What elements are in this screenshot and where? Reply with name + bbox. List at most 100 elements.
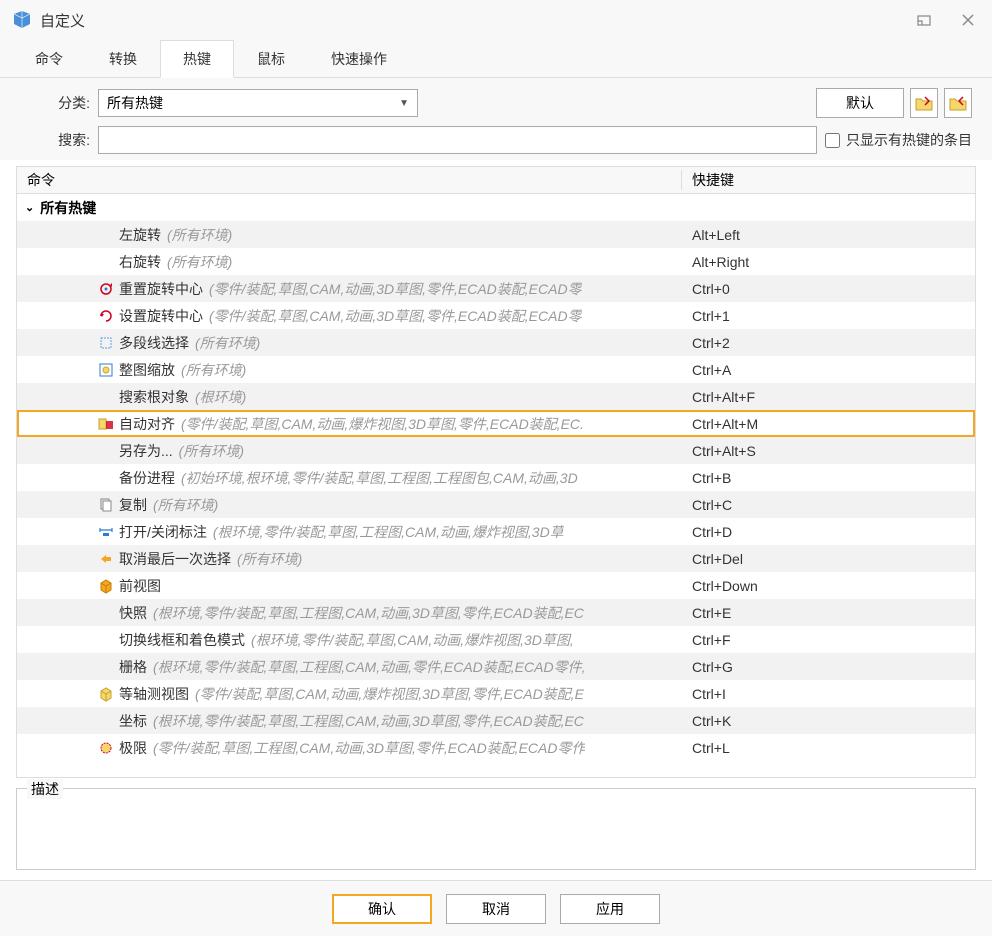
set-rotate-icon xyxy=(97,307,115,325)
import-button[interactable] xyxy=(910,88,938,118)
row-name: 右旋转 xyxy=(119,252,161,272)
row-name: 重置旋转中心 xyxy=(119,279,203,299)
iso-view-icon xyxy=(97,685,115,703)
ok-button[interactable]: 确认 xyxy=(332,894,432,924)
column-command[interactable]: 命令 xyxy=(17,170,682,190)
footer: 确认 取消 应用 xyxy=(0,880,992,936)
table-row[interactable]: 自动对齐 (零件/装配,草图,CAM,动画,爆炸视图,3D草图,零件,ECAD装配… xyxy=(17,410,975,437)
row-name: 左旋转 xyxy=(119,225,161,245)
table-row[interactable]: 快照(根环境,零件/装配,草图,工程图,CAM,动画,3D草图,零件,ECAD装… xyxy=(17,599,975,626)
row-name: 整图缩放 xyxy=(119,360,175,380)
row-shortcut: Ctrl+D xyxy=(682,524,975,540)
row-name: 设置旋转中心 xyxy=(119,306,203,326)
table-row[interactable]: 坐标(根环境,零件/装配,草图,工程图,CAM,动画,3D草图,零件,ECAD装… xyxy=(17,707,975,734)
category-label: 分类: xyxy=(20,93,90,113)
table-row[interactable]: 多段线选择 (所有环境) Ctrl+2 xyxy=(17,329,975,356)
row-shortcut: Ctrl+2 xyxy=(682,335,975,351)
row-name: 切换线框和着色模式 xyxy=(119,630,245,650)
row-context: (所有环境) xyxy=(195,333,260,353)
table-row[interactable]: 栅格(根环境,零件/装配,草图,工程图,CAM,动画,零件,ECAD装配,ECA… xyxy=(17,653,975,680)
row-context: (所有环境) xyxy=(167,225,232,245)
show-only-checkbox-input[interactable] xyxy=(825,133,840,148)
row-context: (所有环境) xyxy=(167,252,232,272)
dropdown-arrow-icon: ▼ xyxy=(399,98,409,109)
row-name: 等轴测视图 xyxy=(119,684,189,704)
cancel-button[interactable]: 取消 xyxy=(446,894,546,924)
table-row[interactable]: 整图缩放(所有环境)Ctrl+A xyxy=(17,356,975,383)
row-shortcut: Ctrl+L xyxy=(682,740,975,756)
app-icon xyxy=(12,10,32,30)
default-button[interactable]: 默认 xyxy=(816,88,904,118)
row-shortcut: Ctrl+Alt+M xyxy=(682,416,975,432)
row-name: 多段线选择 xyxy=(119,333,189,353)
limit-icon xyxy=(97,739,115,757)
hotkey-table: 命令 快捷键 ⌄ 所有热键 左旋转(所有环境)Alt+Left右旋转(所有环境)… xyxy=(16,166,976,778)
blank-icon xyxy=(97,442,115,460)
minimize-button[interactable] xyxy=(912,8,936,32)
row-shortcut: Ctrl+0 xyxy=(682,281,975,297)
row-context: (根环境,零件/装配,草图,工程图,CAM,动画,零件,ECAD装配,ECAD零… xyxy=(153,657,585,677)
reset-rotate-icon xyxy=(97,280,115,298)
row-shortcut: Ctrl+K xyxy=(682,713,975,729)
column-shortcut[interactable]: 快捷键 xyxy=(682,170,953,190)
tab-4[interactable]: 快速操作 xyxy=(308,40,410,77)
row-shortcut: Ctrl+Down xyxy=(682,578,975,594)
search-label: 搜索: xyxy=(20,130,90,150)
table-row[interactable]: 另存为...(所有环境)Ctrl+Alt+S xyxy=(17,437,975,464)
row-name: 搜索根对象 xyxy=(119,387,189,407)
close-button[interactable] xyxy=(956,8,980,32)
row-context: (所有环境) xyxy=(179,441,244,461)
table-row[interactable]: 备份进程(初始环境,根环境,零件/装配,草图,工程图,工程图包,CAM,动画,3… xyxy=(17,464,975,491)
tab-3[interactable]: 鼠标 xyxy=(234,40,308,77)
row-name: 复制 xyxy=(119,495,147,515)
search-input[interactable] xyxy=(98,126,817,154)
row-shortcut: Alt+Right xyxy=(682,254,975,270)
group-row[interactable]: ⌄ 所有热键 xyxy=(17,194,975,221)
table-row[interactable]: 极限(零件/装配,草图,工程图,CAM,动画,3D草图,零件,ECAD装配,EC… xyxy=(17,734,975,761)
row-context: (根环境) xyxy=(195,387,246,407)
table-row[interactable]: 右旋转 (所有环境) Alt+Right xyxy=(17,248,975,275)
toolbar: 分类: 所有热键 ▼ 默认 搜索: 只显示有热键的条目 xyxy=(0,78,992,160)
row-name: 打开/关闭标注 xyxy=(119,522,207,542)
blank-icon xyxy=(97,631,115,649)
row-name: 坐标 xyxy=(119,711,147,731)
row-shortcut: Ctrl+G xyxy=(682,659,975,675)
row-context: (所有环境) xyxy=(237,549,302,569)
row-context: (根环境,零件/装配,草图,工程图,CAM,动画,3D草图,零件,ECAD装配,… xyxy=(153,603,584,623)
table-row[interactable]: 切换线框和着色模式(根环境,零件/装配,草图,CAM,动画,爆炸视图,3D草图,… xyxy=(17,626,975,653)
table-body[interactable]: ⌄ 所有热键 左旋转(所有环境)Alt+Left右旋转(所有环境)Alt+Rig… xyxy=(16,194,976,778)
row-name: 极限 xyxy=(119,738,147,758)
front-view-icon xyxy=(97,577,115,595)
row-name: 另存为... xyxy=(119,441,173,461)
tab-2[interactable]: 热键 xyxy=(160,40,234,78)
blank-icon xyxy=(97,469,115,487)
table-row[interactable]: 搜索根对象(根环境)Ctrl+Alt+F xyxy=(17,383,975,410)
zoom-fit-icon xyxy=(97,361,115,379)
category-select[interactable]: 所有热键 ▼ xyxy=(98,89,418,117)
row-context: (根环境,零件/装配,草图,工程图,CAM,动画,爆炸视图,3D草 xyxy=(213,522,564,542)
table-row[interactable]: 左旋转(所有环境)Alt+Left xyxy=(17,221,975,248)
table-row[interactable]: 设置旋转中心 (零件/装配,草图,CAM,动画,3D草图,零件,ECAD装配,EC… xyxy=(17,302,975,329)
table-row[interactable]: 等轴测视图 (零件/装配,草图,CAM,动画,爆炸视图,3D草图,零件,ECAD装… xyxy=(17,680,975,707)
auto-align-icon xyxy=(97,415,115,433)
blank-icon xyxy=(97,658,115,676)
row-context: (零件/装配,草图,CAM,动画,爆炸视图,3D草图,零件,ECAD装配,EC. xyxy=(181,414,584,434)
show-only-hotkeys-checkbox[interactable]: 只显示有热键的条目 xyxy=(825,130,972,150)
table-row[interactable]: 取消最后一次选择(所有环境)Ctrl+Del xyxy=(17,545,975,572)
export-button[interactable] xyxy=(944,88,972,118)
tab-0[interactable]: 命令 xyxy=(12,40,86,77)
row-name: 自动对齐 xyxy=(119,414,175,434)
table-row[interactable]: 打开/关闭标注 (根环境,零件/装配,草图,工程图,CAM,动画,爆炸视图,3D草… xyxy=(17,518,975,545)
tab-1[interactable]: 转换 xyxy=(86,40,160,77)
row-context: (零件/装配,草图,CAM,动画,爆炸视图,3D草图,零件,ECAD装配,E xyxy=(195,684,584,704)
table-row[interactable]: 前视图Ctrl+Down xyxy=(17,572,975,599)
apply-button[interactable]: 应用 xyxy=(560,894,660,924)
row-context: (零件/装配,草图,CAM,动画,3D草图,零件,ECAD装配,ECAD零 xyxy=(209,306,582,326)
row-shortcut: Ctrl+B xyxy=(682,470,975,486)
window-title: 自定义 xyxy=(40,10,892,31)
table-row[interactable]: 重置旋转中心(零件/装配,草图,CAM,动画,3D草图,零件,ECAD装配,EC… xyxy=(17,275,975,302)
chevron-down-icon: ⌄ xyxy=(25,201,34,214)
table-row[interactable]: 复制(所有环境)Ctrl+C xyxy=(17,491,975,518)
row-shortcut: Ctrl+C xyxy=(682,497,975,513)
show-only-label: 只显示有热键的条目 xyxy=(846,130,972,150)
